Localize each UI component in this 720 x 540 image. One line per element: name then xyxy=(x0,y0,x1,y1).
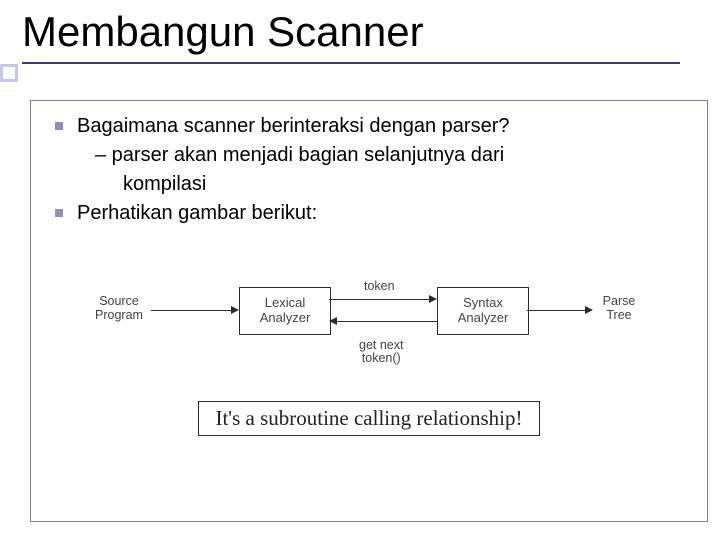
arrow-head-icon xyxy=(329,317,337,325)
diagram: Source Program Parse Tree Lexical Analyz… xyxy=(89,253,649,383)
bullet-1-sub-line2: kompilasi xyxy=(95,171,683,198)
bullet-item-1: Bagaimana scanner berinteraksi dengan pa… xyxy=(55,113,683,140)
accent-square xyxy=(0,64,18,82)
bullet-item-2: Perhatikan gambar berikut: xyxy=(55,200,683,227)
bullet-1-text: Bagaimana scanner berinteraksi dengan pa… xyxy=(77,113,683,140)
bullet-1-sub-line1: – parser akan menjadi bagian selanjutnya… xyxy=(95,142,683,169)
arrow-line xyxy=(329,299,429,300)
diagram-label-getnext: get next token() xyxy=(359,339,403,365)
diagram-box-syntax: Syntax Analyzer xyxy=(437,287,529,335)
slide: Membangun Scanner Bagaimana scanner beri… xyxy=(0,0,720,540)
arrow-line xyxy=(151,310,231,311)
diagram-box-lexical: Lexical Analyzer xyxy=(239,287,331,335)
arrow-line xyxy=(337,321,437,322)
diagram-label-token: token xyxy=(364,279,395,293)
bullet-1-sub-text: – parser akan menjadi bagian selanjutnya… xyxy=(95,144,504,166)
bullet-icon xyxy=(55,122,63,130)
diagram-label-source: Source Program xyxy=(89,295,149,323)
slide-title: Membangun Scanner xyxy=(22,8,702,56)
bullet-1-sub-text-b: kompilasi xyxy=(123,173,206,195)
arrow-head-icon xyxy=(429,295,437,303)
diagram-label-parse-tree: Parse Tree xyxy=(594,295,644,323)
arrow-line xyxy=(527,310,585,311)
title-underline xyxy=(22,62,680,64)
arrow-head-icon xyxy=(231,306,239,314)
title-area: Membangun Scanner xyxy=(22,8,702,64)
bullet-2-text: Perhatikan gambar berikut: xyxy=(77,200,683,227)
diagram-caption: It's a subroutine calling relationship! xyxy=(198,401,539,436)
body-frame: Bagaimana scanner berinteraksi dengan pa… xyxy=(30,100,708,522)
bullet-icon xyxy=(55,209,63,217)
arrow-head-icon xyxy=(585,306,593,314)
